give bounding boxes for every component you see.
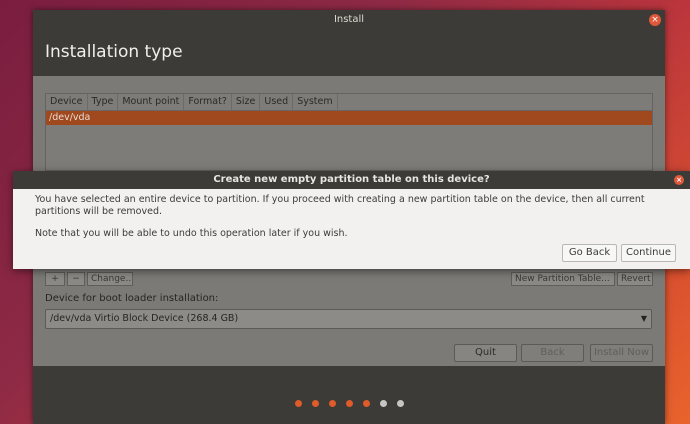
boot-loader-value: /dev/vda Virtio Block Device (268.4 GB) bbox=[50, 313, 239, 324]
change-partition-button[interactable]: Change... bbox=[87, 272, 133, 286]
dialog-titlebar: Create new empty partition table on this… bbox=[13, 171, 690, 189]
window-title: Install bbox=[333, 14, 365, 25]
progress-dot bbox=[362, 400, 370, 407]
chevron-down-icon: ▼ bbox=[640, 314, 647, 323]
boot-loader-label: Device for boot loader installation: bbox=[45, 293, 219, 304]
new-partition-table-button[interactable]: New Partition Table... bbox=[511, 272, 615, 286]
add-partition-button[interactable]: + bbox=[45, 272, 65, 286]
progress-dot bbox=[379, 400, 387, 407]
install-now-button[interactable]: Install Now bbox=[590, 344, 653, 362]
close-icon[interactable]: × bbox=[649, 14, 661, 26]
column-header-system[interactable]: System bbox=[293, 94, 338, 110]
dialog-close-icon[interactable]: × bbox=[674, 175, 684, 185]
boot-loader-select[interactable]: /dev/vda Virtio Block Device (268.4 GB) … bbox=[45, 309, 652, 329]
back-button[interactable]: Back bbox=[521, 344, 584, 362]
go-back-button[interactable]: Go Back bbox=[562, 244, 617, 262]
table-header: Device Type Mount point Format? Size Use… bbox=[46, 94, 652, 111]
column-header-type[interactable]: Type bbox=[88, 94, 119, 110]
continue-button[interactable]: Continue bbox=[621, 244, 676, 262]
progress-dot bbox=[396, 400, 404, 407]
column-header-format[interactable]: Format? bbox=[184, 94, 232, 110]
remove-partition-button[interactable]: − bbox=[67, 272, 85, 286]
table-row[interactable]: /dev/vda bbox=[46, 111, 652, 125]
partition-table: Device Type Mount point Format? Size Use… bbox=[45, 93, 653, 171]
window-titlebar: Install × bbox=[33, 10, 665, 30]
partition-table-dialog: Create new empty partition table on this… bbox=[13, 171, 690, 269]
dialog-message: You have selected an entire device to pa… bbox=[35, 194, 645, 217]
quit-button[interactable]: Quit bbox=[454, 344, 517, 362]
partition-buttons: + − Change... New Partition Table... Rev… bbox=[45, 272, 653, 286]
progress-dot bbox=[294, 400, 302, 407]
progress-dot bbox=[345, 400, 353, 407]
dialog-note: Note that you will be able to undo this … bbox=[35, 228, 348, 239]
column-header-device[interactable]: Device bbox=[46, 94, 88, 110]
column-header-used[interactable]: Used bbox=[260, 94, 294, 110]
progress-dot bbox=[328, 400, 336, 407]
progress-dot bbox=[311, 400, 319, 407]
column-header-mount-point[interactable]: Mount point bbox=[118, 94, 185, 110]
page-title: Installation type bbox=[45, 42, 183, 62]
dialog-title: Create new empty partition table on this… bbox=[213, 174, 490, 185]
revert-button[interactable]: Revert bbox=[617, 272, 653, 286]
column-header-size[interactable]: Size bbox=[232, 94, 261, 110]
progress-dots bbox=[33, 392, 665, 411]
